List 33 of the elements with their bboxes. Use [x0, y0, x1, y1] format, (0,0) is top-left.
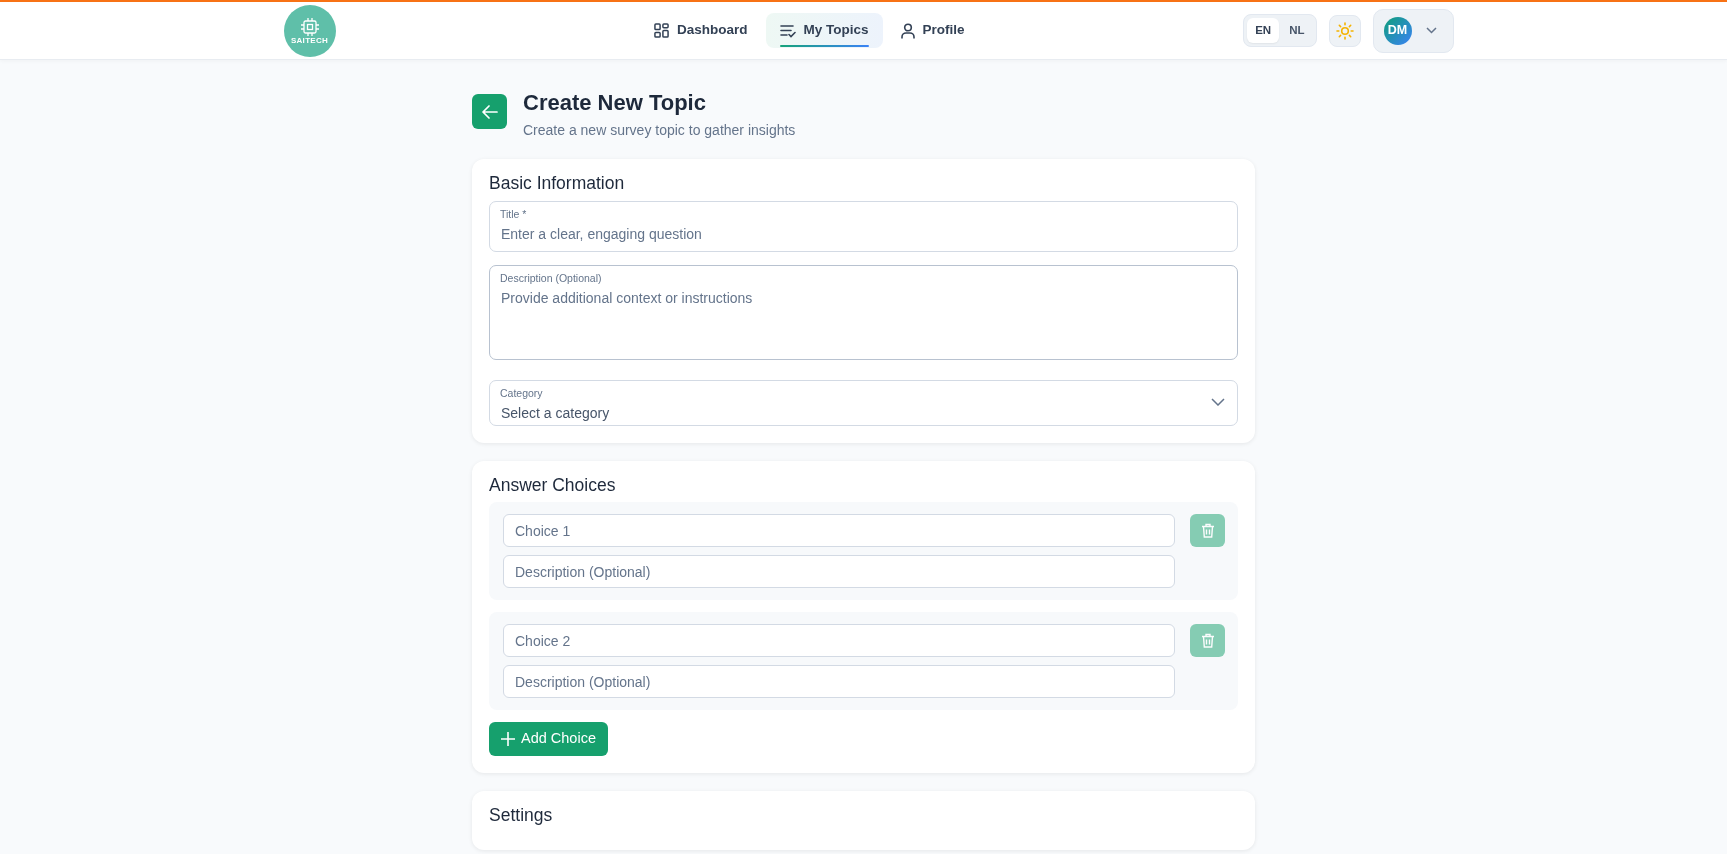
trash-icon [1200, 523, 1215, 539]
logo-text: SAITECH [290, 36, 329, 45]
plus-icon [501, 732, 515, 747]
chevron-down-icon [1425, 27, 1437, 34]
choice-field[interactable]: Choice 1 [503, 514, 1175, 548]
choice-description-field[interactable]: Description (Optional) [503, 555, 1175, 589]
page-title: Create New Topic [523, 90, 707, 117]
chip-icon [299, 16, 320, 37]
trash-icon [1200, 633, 1215, 649]
list-check-icon [779, 23, 796, 38]
choice-field[interactable]: Choice 2 [503, 624, 1175, 658]
arrow-left-icon [481, 104, 498, 119]
choice-description-field[interactable]: Description (Optional) [503, 665, 1175, 699]
nav-tab[interactable]: My Topics [765, 13, 883, 48]
person-icon [900, 22, 915, 39]
chevron-down-icon [1211, 397, 1225, 406]
user-menu-button[interactable]: DM [1372, 8, 1454, 53]
theme-button[interactable] [1328, 14, 1361, 47]
grid-icon [654, 23, 670, 38]
field-label: Title * [500, 207, 527, 223]
language-option[interactable]: EN [1247, 17, 1280, 44]
sun-icon [1335, 21, 1354, 40]
field-label: Category [500, 385, 543, 401]
section-title: Basic Information [489, 172, 626, 196]
language-option[interactable]: NL [1281, 17, 1313, 44]
field-label: Description (Optional) [500, 271, 602, 287]
user-avatar: DM [1383, 16, 1412, 45]
section-title: Settings [489, 804, 554, 827]
section-title: Answer Choices [489, 473, 617, 497]
back-button[interactable] [472, 94, 507, 129]
nav-tab[interactable]: Profile [886, 13, 979, 48]
nav-tab[interactable]: Dashboard [640, 13, 762, 48]
page-subtitle: Create a new survey topic to gather insights [523, 121, 796, 141]
